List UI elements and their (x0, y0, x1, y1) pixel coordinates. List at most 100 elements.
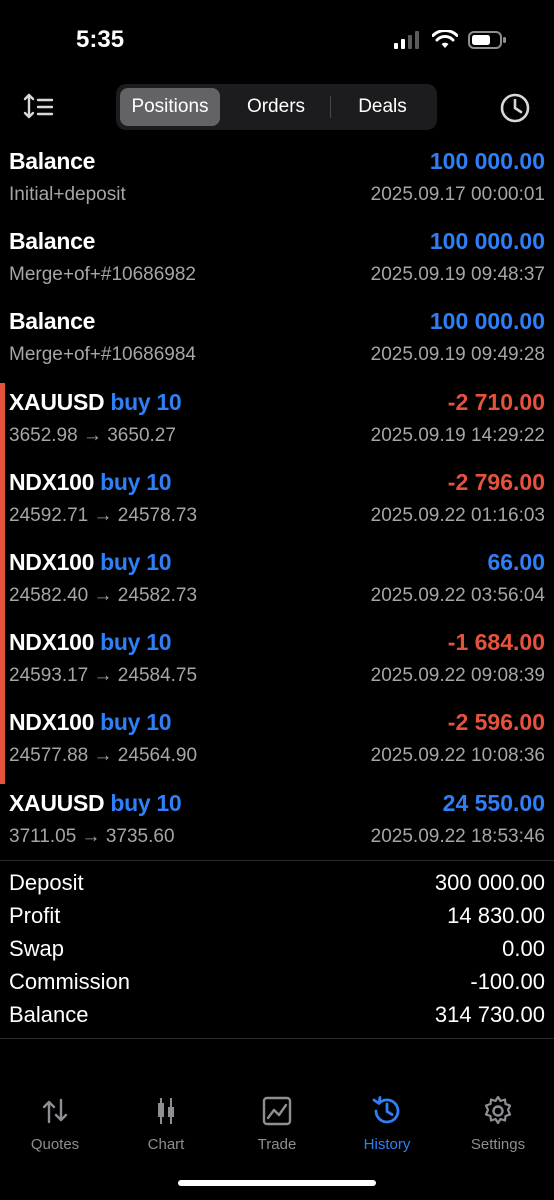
tab-history[interactable]: History (332, 1094, 442, 1153)
summary-label: Swap (9, 936, 65, 961)
summary-row-deposit: Deposit 300 000.00 (0, 868, 554, 901)
tab-trade[interactable]: Trade (222, 1094, 332, 1153)
wifi-icon (432, 30, 458, 48)
summary-value: 314 730.00 (434, 1002, 545, 1027)
tab-orders[interactable]: Orders (222, 88, 330, 126)
row-symbol: NDX100 (9, 548, 95, 575)
history-row[interactable]: Balance 100 000.00 Merge+of+#10686982 20… (0, 222, 554, 302)
row-prices: 3711.05 → 3735.60 (9, 825, 175, 847)
summary-value: -100.00 (470, 969, 545, 994)
row-amount: 100 000.00 (429, 308, 545, 335)
row-amount: 24 550.00 (442, 789, 545, 816)
settings-icon (484, 1095, 512, 1125)
row-date: 2025.09.17 00:00:01 (370, 184, 545, 205)
loss-marker (0, 462, 5, 543)
row-symbol: Balance (9, 308, 96, 335)
history-row[interactable]: Balance 100 000.00 Merge+of+#10686984 20… (0, 302, 554, 382)
row-date: 2025.09.22 03:56:04 (370, 584, 545, 606)
history-row[interactable]: NDX100 buy 10 66.00 24582.40 → 24582.73 2… (0, 542, 554, 624)
summary-label: Balance (9, 1002, 89, 1027)
status-icons (394, 30, 508, 50)
history-row[interactable]: NDX100 buy 10 -2 796.00 24592.71 → 24578.… (0, 462, 554, 543)
loss-marker (0, 623, 5, 704)
row-direction: buy 10 (100, 468, 172, 495)
summary-label: Deposit (9, 870, 84, 895)
history-row[interactable]: NDX100 buy 10 -2 596.00 24577.88 → 24564.… (0, 703, 554, 784)
row-prices: 24592.71 → 24578.73 (9, 504, 198, 526)
row-amount: 100 000.00 (429, 148, 545, 174)
row-symbol: NDX100 (9, 629, 95, 656)
summary-row-profit: Profit 14 830.00 (0, 901, 554, 934)
row-amount: 100 000.00 (429, 228, 545, 255)
row-date: 2025.09.22 09:08:39 (370, 665, 545, 687)
bottom-tab-bar: Quotes Chart Trade History Settings (0, 1086, 554, 1156)
history-row[interactable]: XAUUSD buy 10 -2 710.00 3652.98 → 3650.27… (0, 382, 554, 463)
summary-row-balance: Balance 314 730.00 (0, 1000, 554, 1033)
row-date: 2025.09.19 09:48:37 (370, 264, 545, 286)
tab-label: Settings (470, 1136, 526, 1153)
tab-chart[interactable]: Chart (111, 1094, 221, 1153)
row-prices: 24593.17 → 24584.75 (9, 665, 198, 687)
row-direction: buy 10 (110, 789, 182, 816)
summary-divider-top (0, 860, 554, 861)
battery-icon (468, 31, 506, 49)
history-row[interactable]: NDX100 buy 10 -1 684.00 24593.17 → 24584.… (0, 623, 554, 704)
summary-value: 0.00 (502, 936, 545, 961)
row-comment: Merge+of+#10686984 (9, 344, 196, 366)
row-date: 2025.09.19 14:29:22 (370, 424, 545, 446)
tab-label: Quotes (30, 1136, 80, 1153)
row-comment: Merge+of+#10686982 (9, 264, 196, 286)
status-bar: 5:35 (0, 0, 554, 80)
chart-icon (158, 1098, 174, 1124)
summary-row-swap: Swap 0.00 (0, 934, 554, 967)
row-comment: Initial+deposit (9, 184, 126, 205)
tab-deals[interactable]: Deals (332, 88, 433, 126)
summary-divider-bottom (0, 1038, 554, 1039)
summary-value: 14 830.00 (447, 903, 545, 928)
tab-settings[interactable]: Settings (443, 1094, 553, 1153)
row-amount: -2 710.00 (447, 388, 545, 415)
row-amount: -1 684.00 (447, 629, 545, 656)
positions-orders-deals-segmented-control: Positions Orders Deals (116, 84, 437, 130)
row-date: 2025.09.22 01:16:03 (370, 504, 545, 526)
row-prices: 24582.40 → 24582.73 (9, 584, 198, 606)
tab-label: Chart (147, 1136, 185, 1153)
signal-icon (394, 31, 419, 49)
row-symbol: NDX100 (9, 468, 95, 495)
row-prices: 24577.88 → 24564.90 (9, 745, 198, 767)
history-icon (372, 1096, 400, 1124)
row-direction: buy 10 (100, 629, 172, 656)
tab-quotes[interactable]: Quotes (0, 1094, 110, 1153)
account-summary: Deposit 300 000.00 Profit 14 830.00 Swap… (0, 868, 554, 1033)
history-row[interactable]: XAUUSD buy 10 24 550.00 3711.05 → 3735.60… (0, 784, 554, 864)
quotes-icon (42, 1098, 68, 1124)
sort-icon[interactable] (22, 92, 56, 122)
loss-marker (0, 703, 5, 784)
row-amount: -2 796.00 (447, 468, 545, 495)
row-symbol: Balance (9, 148, 96, 174)
tab-positions[interactable]: Positions (120, 88, 220, 126)
tab-label: History (363, 1136, 411, 1153)
row-direction: buy 10 (110, 388, 182, 415)
row-date: 2025.09.22 10:08:36 (370, 745, 545, 767)
tab-label: Trade (257, 1136, 297, 1153)
history-toolbar: Positions Orders Deals (0, 84, 554, 132)
clock-icon[interactable] (498, 91, 532, 125)
row-amount: -2 596.00 (447, 709, 545, 736)
loss-marker (0, 542, 5, 624)
row-symbol: NDX100 (9, 709, 95, 736)
status-time: 5:35 (76, 26, 125, 53)
summary-value: 300 000.00 (434, 870, 545, 895)
row-symbol: Balance (9, 228, 96, 255)
row-direction: buy 10 (100, 548, 172, 575)
segment-divider (330, 96, 331, 118)
home-indicator[interactable] (178, 1180, 376, 1186)
history-row[interactable]: Balance 100 000.00 Initial+deposit 2025.… (0, 142, 554, 222)
summary-row-commission: Commission -100.00 (0, 967, 554, 1000)
summary-label: Profit (9, 903, 61, 928)
row-date: 2025.09.19 09:49:28 (370, 344, 545, 366)
loss-marker (0, 382, 5, 463)
summary-label: Commission (9, 969, 131, 994)
row-symbol: XAUUSD (9, 388, 105, 415)
trade-icon (262, 1096, 292, 1126)
